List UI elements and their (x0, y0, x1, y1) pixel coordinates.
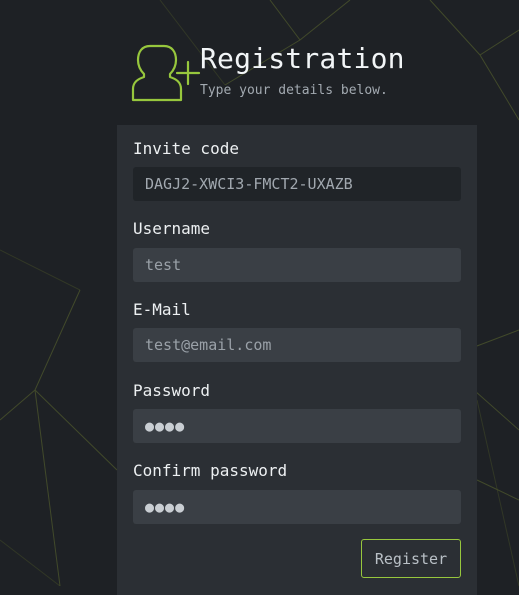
confirm-password-field[interactable]: ●●●● (133, 490, 461, 524)
invite-code-field[interactable]: DAGJ2-XWCI3-FMCT2-UXAZB (133, 167, 461, 201)
email-field[interactable]: test@email.com (133, 328, 461, 362)
register-button[interactable]: Register (361, 539, 461, 578)
username-label: Username (133, 219, 211, 238)
confirm-password-label: Confirm password (133, 461, 288, 480)
username-field[interactable]: test (133, 248, 461, 282)
page-header: Registration Type your details below. (131, 40, 431, 110)
registration-form: Invite code DAGJ2-XWCI3-FMCT2-UXAZB User… (117, 125, 477, 595)
email-label: E-Mail (133, 300, 191, 319)
page-subtitle: Type your details below. (200, 83, 388, 98)
add-user-icon (131, 44, 201, 102)
password-field[interactable]: ●●●● (133, 409, 461, 443)
page-title: Registration (200, 42, 405, 75)
password-label: Password (133, 381, 211, 400)
invite-code-label: Invite code (133, 139, 239, 158)
